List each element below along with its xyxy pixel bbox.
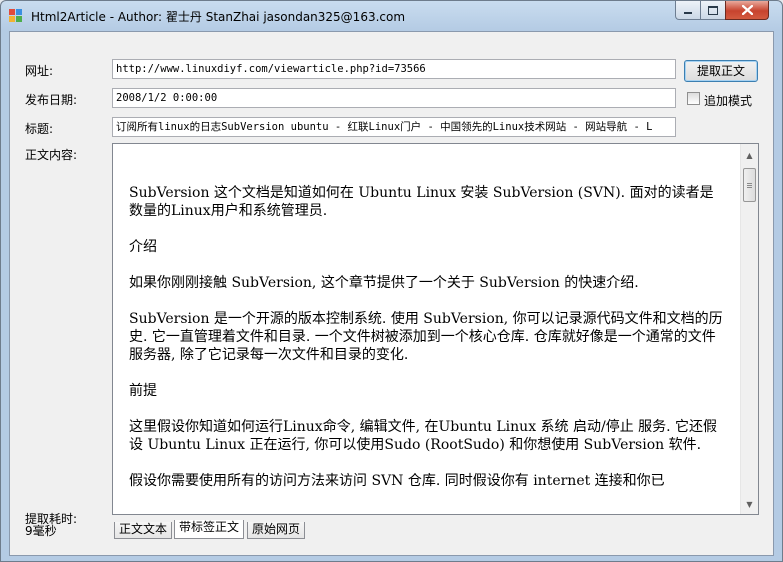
tab-original-page[interactable]: 原始网页 [247, 522, 305, 539]
maximize-button[interactable] [700, 1, 726, 20]
extract-button[interactable]: 提取正文 [684, 60, 758, 82]
scroll-down-arrow-icon[interactable]: ▼ [741, 496, 758, 513]
date-input[interactable]: 2008/1/2 0:00:00 [112, 88, 676, 108]
content-paragraph: SubVersion 是一个开源的版本控制系统. 使用 SubVersion, … [129, 311, 723, 363]
date-label: 发布日期: [25, 93, 78, 107]
close-icon [741, 5, 753, 15]
app-window: Html2Article - Author: 翟士丹 StanZhai jaso… [0, 0, 783, 562]
append-mode-checkbox[interactable] [687, 92, 700, 105]
url-label: 网址: [25, 64, 54, 78]
close-button[interactable] [725, 1, 769, 20]
content-paragraph: 这里假设你知道如何运行Linux命令, 编辑文件, 在Ubuntu Linux … [129, 419, 718, 453]
title-label: 标题: [25, 122, 54, 136]
article-content-box[interactable]: SubVersion 这个文档是知道如何在 Ubuntu Linux 安装 Su… [112, 143, 759, 515]
form-client-area: 网址: http://www.linuxdiyf.com/viewarticle… [9, 31, 774, 556]
minimize-button[interactable] [675, 1, 701, 20]
append-mode-label[interactable]: 追加模式 [704, 92, 752, 109]
scroll-thumb[interactable] [743, 168, 756, 202]
content-label: 正文内容: [25, 148, 78, 162]
article-content[interactable]: SubVersion 这个文档是知道如何在 Ubuntu Linux 安装 Su… [129, 184, 725, 508]
content-paragraph: 前提 [129, 383, 157, 399]
content-paragraph: 介绍 [129, 239, 157, 255]
tab-plain-text[interactable]: 正文文本 [114, 522, 172, 539]
content-paragraph: 如果你刚刚接触 SubVersion, 这个章节提供了一个关于 SubVersi… [129, 275, 639, 291]
app-icon [9, 9, 25, 23]
content-scrollbar[interactable]: ▲ ▼ [740, 144, 758, 514]
window-title: Html2Article - Author: 翟士丹 StanZhai jaso… [31, 10, 406, 24]
scroll-up-arrow-icon[interactable]: ▲ [741, 147, 758, 164]
content-paragraph: SubVersion 这个文档是知道如何在 Ubuntu Linux 安装 Su… [129, 185, 714, 219]
content-paragraph: 假设你需要使用所有的访问方法来访问 SVN 仓库. 同时假设你有 interne… [129, 473, 665, 489]
maximize-icon [708, 5, 718, 15]
title-input[interactable]: 订阅所有linux的日志SubVersion ubuntu - 红联Linux门… [112, 117, 676, 137]
url-input[interactable]: http://www.linuxdiyf.com/viewarticle.php… [112, 59, 676, 79]
title-bar[interactable]: Html2Article - Author: 翟士丹 StanZhai jaso… [1, 1, 782, 31]
minimize-icon [684, 12, 692, 14]
tab-tagged-text[interactable]: 带标签正文 [174, 520, 244, 539]
elapsed-value: 9毫秒 [25, 524, 57, 538]
